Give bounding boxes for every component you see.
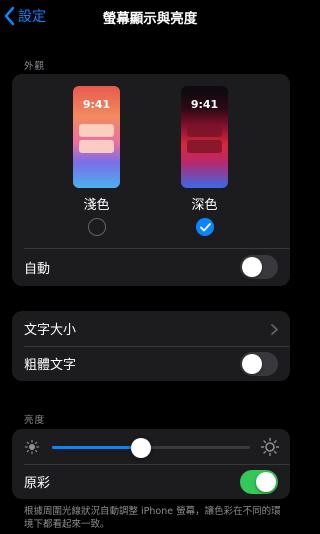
text-size-row[interactable]: 文字大小 [12,311,290,346]
light-mode-preview[interactable]: 9:41 [73,86,120,188]
brightness-fill [52,446,142,449]
dark-mode-radio[interactable] [196,218,214,236]
true-tone-description: 根據周圍光線狀況自動調整 iPhone 螢幕，讓色彩在不同的環境下都看起來一致。 [24,506,281,530]
preview-widget [187,124,222,137]
navigation-bar: 設定 螢幕顯示與亮度 [0,0,300,34]
bold-text-label: 粗體文字 [24,358,77,373]
true-tone-toggle[interactable] [240,469,278,494]
dark-mode-label: 深色 [191,198,218,213]
true-tone-row: 原彩 [12,464,290,499]
chevron-right-icon [271,324,278,335]
true-tone-label: 原彩 [24,476,51,491]
auto-appearance-label: 自動 [24,261,51,277]
preview-widget [79,124,114,137]
dark-mode-preview[interactable]: 9:41 [181,86,228,188]
brightness-thumb[interactable] [131,438,152,458]
preview-widget [79,140,114,153]
light-mode-label: 淺色 [83,198,110,213]
brightness-section-header: 亮度 [24,415,46,426]
checkmark-icon [199,222,211,231]
brightness-slider[interactable] [12,432,290,462]
sun-large-icon [260,437,280,457]
bold-text-row: 粗體文字 [12,346,290,381]
preview-clock: 9:41 [82,98,111,111]
sun-small-icon [24,439,40,455]
text-size-label: 文字大小 [24,323,77,338]
preview-widget [187,140,222,153]
page-title: 螢幕顯示與亮度 [102,11,198,27]
auto-appearance-row: 自動 [12,248,290,286]
bold-text-toggle[interactable] [240,351,278,376]
text-card: 文字大小 粗體文字 [12,311,290,381]
preview-clock: 9:41 [190,98,219,111]
light-mode-radio[interactable] [88,218,106,236]
auto-appearance-toggle[interactable] [240,255,278,279]
brightness-track[interactable] [52,438,250,458]
appearance-section-header: 外觀 [24,61,46,72]
